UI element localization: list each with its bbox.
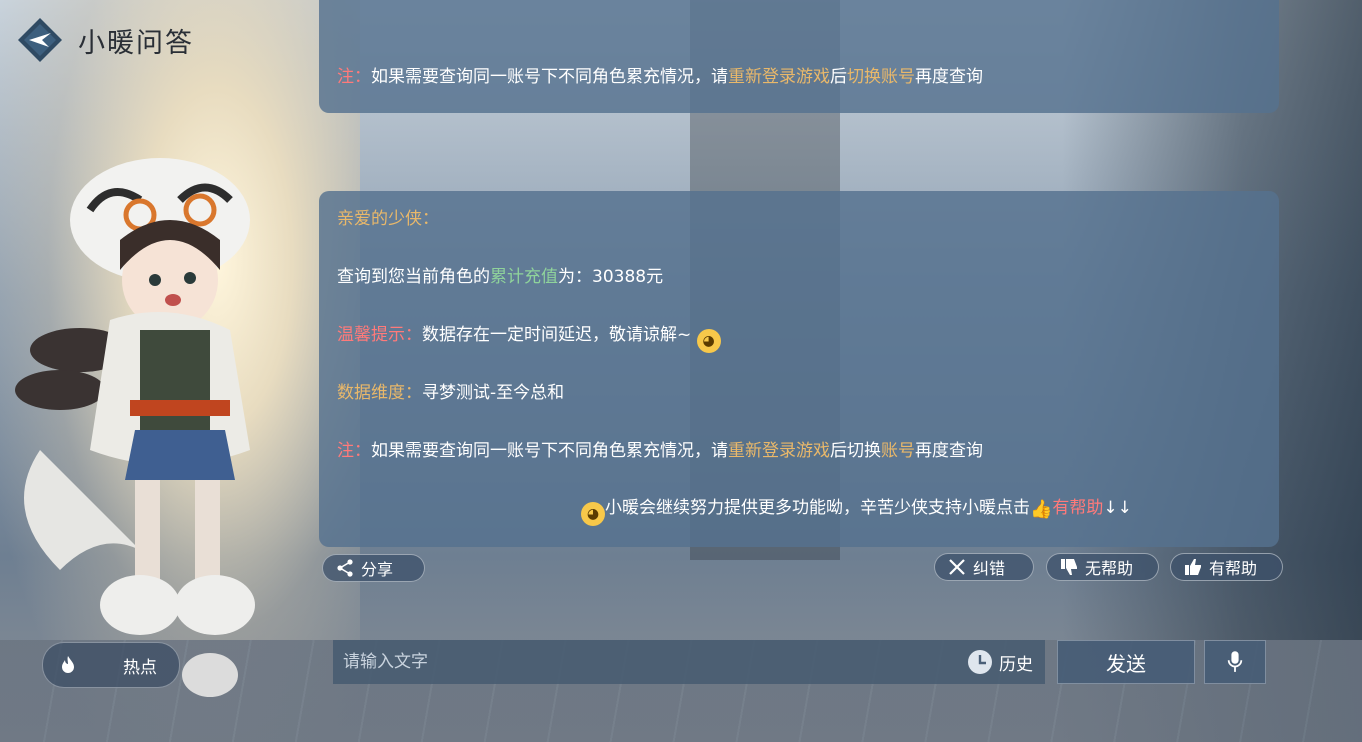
answer-message-bubble: 亲爱的少侠： 查询到您当前角色的累计充值为：30388元 温馨提示：数据存在一定… xyxy=(319,191,1279,547)
history-label: 历史 xyxy=(999,654,1033,675)
recharge-amount: 为：30388元 xyxy=(558,267,664,287)
history-button[interactable]: 历史 xyxy=(967,649,1033,675)
query-text: 查询到您当前角色的 xyxy=(337,267,490,287)
recharge-query-line: 查询到您当前角色的累计充值为：30388元 xyxy=(337,262,663,287)
dimension-line: 数据维度：寻梦测试-至今总和 xyxy=(337,378,564,403)
dimension-text: 寻梦测试-至今总和 xyxy=(422,383,565,403)
account-highlight: 账号 xyxy=(881,441,915,461)
hot-topics-button[interactable]: 热点 xyxy=(42,642,180,688)
wink-emoji-icon: ◕ xyxy=(581,502,605,526)
cumulative-recharge-highlight: 累计充值 xyxy=(490,267,558,287)
share-label: 分享 xyxy=(361,560,394,579)
relogin-highlight: 重新登录游戏 xyxy=(728,441,830,461)
hot-label: 热点 xyxy=(123,657,157,678)
note-label: 注： xyxy=(337,441,371,461)
share-button[interactable]: 分享 xyxy=(322,554,425,582)
app-title: 小暖问答 xyxy=(78,27,194,59)
switch-account-highlight: 切换账号 xyxy=(847,67,915,87)
dimension-label: 数据维度： xyxy=(337,383,422,403)
note-text: 如果需要查询同一账号下不同角色累充情况，请 xyxy=(371,67,728,87)
share-icon xyxy=(337,559,353,577)
correct-button[interactable]: 纠错 xyxy=(934,553,1034,581)
thumbs-up-emoji-icon: 👍 xyxy=(1030,499,1053,520)
correct-label: 纠错 xyxy=(973,559,1006,578)
unhelpful-label: 无帮助 xyxy=(1085,559,1134,578)
wink-emoji-icon: ◕ xyxy=(696,329,721,353)
app-header: 小暖问答 xyxy=(16,16,194,64)
tip-label: 温馨提示： xyxy=(337,325,422,345)
message-input-bar: 历史 xyxy=(333,640,1045,684)
relogin-highlight: 重新登录游戏 xyxy=(728,67,830,87)
previous-note-line: 注：如果需要查询同一账号下不同角色累充情况，请重新登录游戏后切换账号再度查询 xyxy=(337,62,983,87)
note-text: 再度查询 xyxy=(915,67,983,87)
down-arrows: ↓↓ xyxy=(1103,498,1132,518)
footer-line: ◕ 小暖会继续努力提供更多功能呦，辛苦少侠支持小暖点击👍有帮助↓↓ xyxy=(581,493,1132,526)
note-text: 如果需要查询同一账号下不同角色累充情况，请 xyxy=(371,441,728,461)
clock-icon xyxy=(968,650,992,674)
send-button[interactable]: 发送 xyxy=(1057,640,1195,684)
unhelpful-button[interactable]: 无帮助 xyxy=(1046,553,1159,581)
note-text: 后 xyxy=(830,67,847,87)
thumbs-up-icon xyxy=(1185,559,1201,575)
mascot-character-image xyxy=(10,150,310,710)
helpful-highlight: 有帮助 xyxy=(1052,498,1104,518)
previous-message-bubble: 注：如果需要查询同一账号下不同角色累充情况，请重新登录游戏后切换账号再度查询 xyxy=(319,0,1279,113)
note-label: 注： xyxy=(337,67,371,87)
footer-text: 小暖会继续努力提供更多功能呦，辛苦少侠支持小暖点击 xyxy=(605,498,1030,518)
greeting-text: 亲爱的少侠： xyxy=(337,209,439,229)
microphone-icon xyxy=(1227,651,1243,672)
microphone-button[interactable] xyxy=(1204,640,1266,684)
thumbs-down-icon xyxy=(1061,559,1077,575)
flame-icon xyxy=(51,648,85,682)
close-x-icon xyxy=(949,559,965,575)
helpful-label: 有帮助 xyxy=(1209,559,1258,578)
note-text: 再度查询 xyxy=(915,441,983,461)
note-line: 注：如果需要查询同一账号下不同角色累充情况，请重新登录游戏后切换账号再度查询 xyxy=(337,436,983,461)
tip-text: 数据存在一定时间延迟，敬请谅解~ xyxy=(422,325,692,345)
diamond-logo-icon xyxy=(16,16,64,64)
message-input[interactable] xyxy=(333,651,967,673)
tip-line: 温馨提示：数据存在一定时间延迟，敬请谅解~ ◕ xyxy=(337,320,721,353)
helpful-button[interactable]: 有帮助 xyxy=(1170,553,1283,581)
note-text: 后切换 xyxy=(830,441,881,461)
